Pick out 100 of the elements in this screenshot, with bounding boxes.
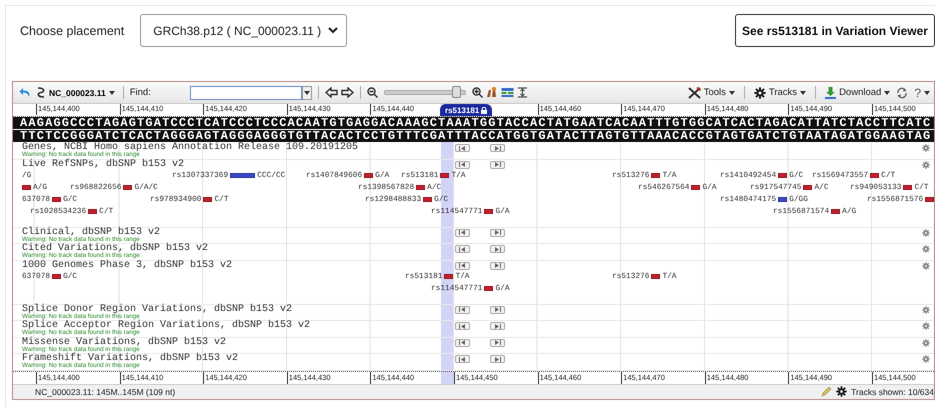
- track-title[interactable]: Live RefSNPs, dbSNP b153 v2: [22, 160, 184, 168]
- skip-back-icon: [459, 356, 466, 362]
- next-button[interactable]: [490, 245, 505, 253]
- skip-forward-icon: [494, 307, 501, 312]
- previous-button[interactable]: [455, 245, 470, 253]
- status-text: NC_000023.11: 145M..145M (109 nt): [35, 386, 176, 396]
- variant-marker[interactable]: [440, 173, 450, 178]
- skip-back-icon: [459, 324, 466, 328]
- variant-marker[interactable]: [52, 274, 62, 279]
- previous-button[interactable]: [455, 322, 470, 330]
- variant-marker[interactable]: [903, 185, 912, 190]
- next-button[interactable]: [490, 160, 505, 168]
- track-title[interactable]: Cited Variations, dbSNP b153 v2: [22, 244, 208, 253]
- track-title[interactable]: Splice Acceptor Region Variations, dbSNP b153 v2: [22, 321, 310, 330]
- skip-back-icon: [459, 162, 466, 167]
- settings-icon[interactable]: [922, 355, 930, 363]
- previous-button[interactable]: [455, 262, 470, 270]
- lock-icon: [481, 106, 488, 114]
- variant-marker[interactable]: [778, 197, 788, 202]
- variant-marker[interactable]: [203, 197, 212, 202]
- settings-icon[interactable]: [922, 306, 930, 314]
- variant-marker[interactable]: [484, 286, 494, 291]
- previous-button[interactable]: [455, 228, 470, 236]
- gear-icon[interactable]: [836, 386, 848, 397]
- download-menu[interactable]: Download: [823, 86, 892, 98]
- forward-sequence: AAGAGGCCCTAGAGTGATCCCTCATCCCTCCCACAATGTGAGGACAAAGCTAAATGGTACCACTATGAATCACAATTTGTGGCATCACTAGACATTATCTACCTTCATC: [13, 117, 934, 129]
- tools-menu[interactable]: Tools: [686, 86, 737, 98]
- variant-marker[interactable]: [52, 197, 62, 202]
- variant-marker[interactable]: [22, 185, 31, 190]
- variant-marker[interactable]: [925, 197, 934, 202]
- skip-forward-icon: [494, 340, 501, 345]
- settings-icon[interactable]: [922, 262, 930, 270]
- next-button[interactable]: [490, 144, 505, 152]
- tracks-menu[interactable]: Tracks: [752, 86, 808, 98]
- left-arrow-icon[interactable]: [324, 87, 338, 98]
- find-input[interactable]: [190, 86, 302, 100]
- variant-marker[interactable]: [651, 173, 660, 178]
- track-title[interactable]: Splice Donor Region Variations, dbSNP b153 v2: [22, 304, 292, 314]
- help-menu[interactable]: ?: [912, 86, 932, 100]
- variant-marker[interactable]: [691, 185, 700, 190]
- sequence-menu[interactable]: NC_000023.11: [34, 87, 117, 98]
- refresh-icon[interactable]: [896, 86, 908, 98]
- variant-marker[interactable]: [831, 209, 840, 214]
- previous-button[interactable]: [455, 306, 470, 314]
- variant-marker[interactable]: [444, 274, 454, 279]
- settings-icon[interactable]: [922, 228, 930, 236]
- grid-icon[interactable]: [500, 87, 514, 98]
- previous-button[interactable]: [455, 338, 470, 346]
- variant-marker[interactable]: [416, 185, 426, 190]
- next-button[interactable]: [490, 355, 505, 363]
- slider-thumb[interactable]: [452, 86, 461, 98]
- undo-icon[interactable]: [19, 87, 31, 98]
- variant-marker[interactable]: [423, 197, 432, 202]
- variation-viewer-button[interactable]: See rs513181 in Variation Viewer: [735, 14, 935, 47]
- track-title[interactable]: Frameshift Variations, dbSNP b153 v2: [22, 354, 238, 363]
- variant-marker[interactable]: [230, 173, 256, 178]
- settings-icon[interactable]: [922, 245, 930, 253]
- previous-button[interactable]: [455, 144, 470, 152]
- tracks-shown-text: Tracks shown: 10/634: [851, 386, 934, 396]
- placement-select[interactable]: GRCh38.p12 ( NC_000023.11 ): [140, 14, 348, 47]
- previous-button[interactable]: [455, 355, 470, 363]
- track-title[interactable]: Clinical, dbSNP b153 v2: [22, 228, 160, 236]
- zoom-in-icon[interactable]: [472, 87, 483, 98]
- variant-marker[interactable]: [870, 173, 880, 178]
- settings-icon[interactable]: [922, 338, 930, 346]
- caret-icon: [728, 90, 735, 94]
- reverse-sequence: TTCTCCGGGATCTCACTAGGGAGTAGGGAGGGTGTTACACTCCTGTTTCGATTTACCATGGTGATACTTAGTGTTAAACACCGTAGTGATCTGTAATAGATGGAAGTAG: [13, 130, 934, 142]
- expand-icon[interactable]: [516, 87, 528, 98]
- track-title[interactable]: Missense Variations, dbSNP b153 v2: [22, 338, 226, 346]
- variant-marker[interactable]: [123, 185, 132, 190]
- previous-button[interactable]: [455, 160, 470, 168]
- track-title[interactable]: 1000 Genomes Phase 3, dbSNP b153 v2: [22, 260, 232, 270]
- skip-forward-icon: [494, 246, 501, 252]
- settings-icon[interactable]: [922, 144, 930, 152]
- next-button[interactable]: [490, 306, 505, 314]
- settings-icon[interactable]: [922, 160, 930, 168]
- variant-marker[interactable]: [484, 209, 494, 214]
- find-dropdown-button[interactable]: [302, 86, 312, 100]
- zoom-out-icon[interactable]: [366, 87, 378, 98]
- pencil-icon[interactable]: [821, 386, 832, 397]
- variant-marker[interactable]: [778, 173, 788, 178]
- right-arrow-icon[interactable]: [340, 87, 354, 98]
- marker-icon[interactable]: [486, 87, 498, 98]
- track-title[interactable]: Genes, NCBI Homo sapiens Annotation Release 109.20191205: [22, 143, 358, 152]
- skip-back-icon: [459, 340, 466, 345]
- next-button[interactable]: [490, 228, 505, 236]
- next-button[interactable]: [490, 262, 505, 270]
- settings-icon[interactable]: [922, 322, 930, 330]
- variant-marker[interactable]: [651, 274, 660, 279]
- variant-marker[interactable]: [803, 185, 812, 190]
- skip-back-icon: [459, 246, 466, 252]
- next-button[interactable]: [490, 322, 505, 330]
- tools-icon: [688, 86, 701, 98]
- skip-forward-icon: [494, 324, 501, 328]
- variant-marker[interactable]: [364, 173, 374, 178]
- skip-forward-icon: [494, 230, 501, 235]
- position-marker[interactable]: rs513181: [440, 104, 492, 116]
- placement-label: Choose placement: [20, 24, 124, 38]
- variant-marker[interactable]: [88, 209, 98, 214]
- next-button[interactable]: [490, 338, 505, 346]
